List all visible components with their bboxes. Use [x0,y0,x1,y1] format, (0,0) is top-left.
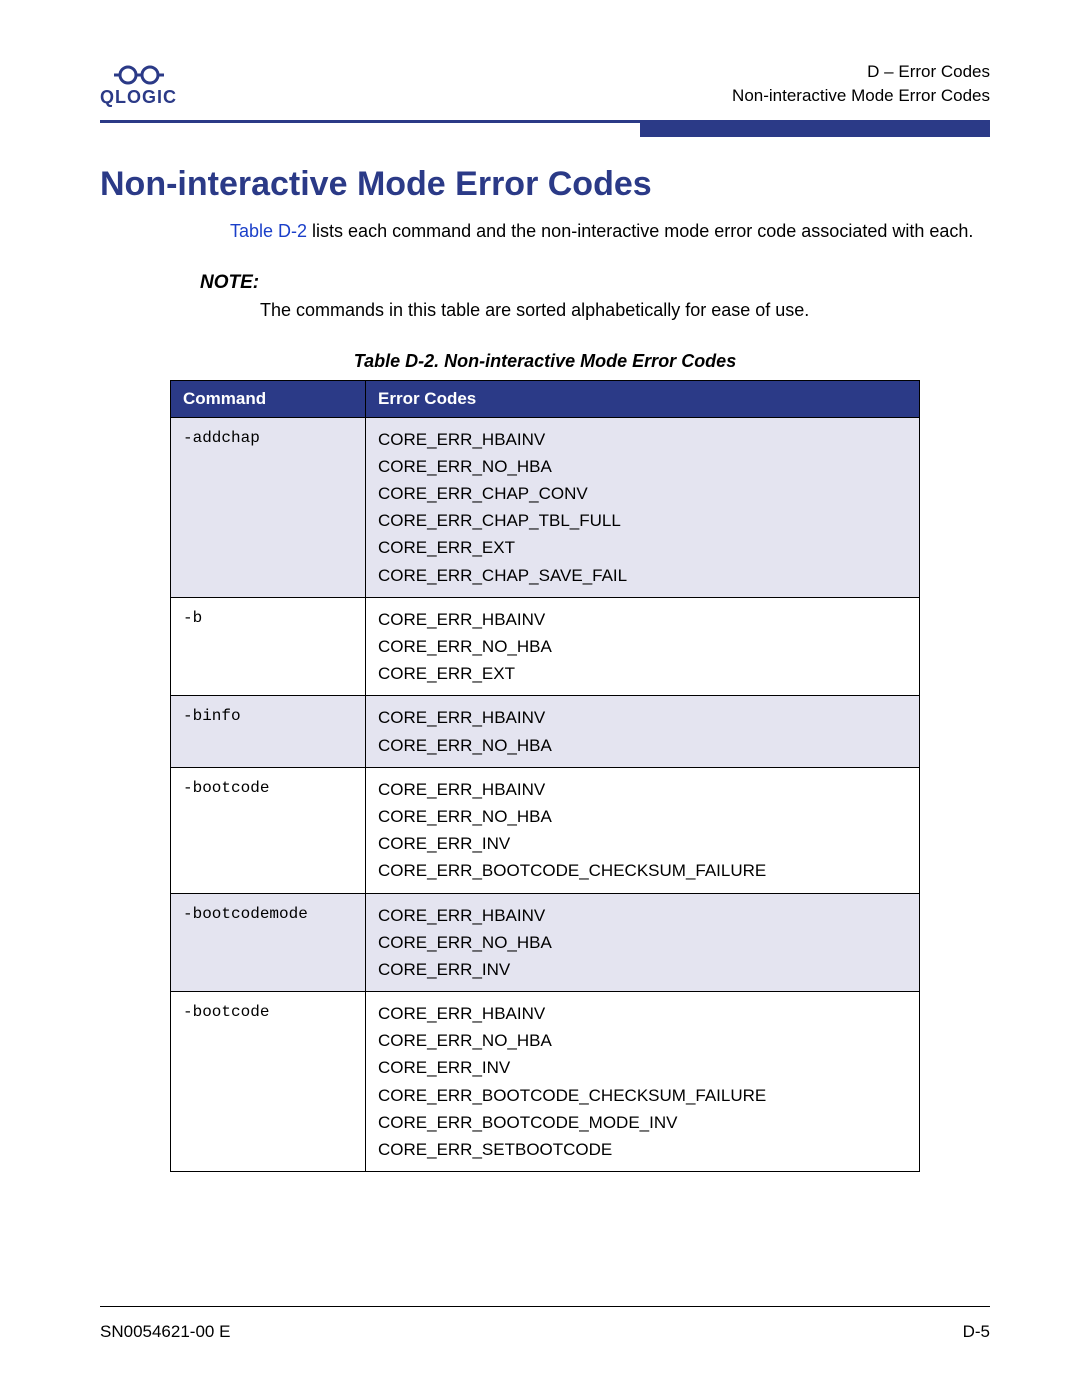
command-cell: -b [171,597,366,696]
table-row: -addchapCORE_ERR_HBAINVCORE_ERR_NO_HBACO… [171,417,920,597]
command-cell: -addchap [171,417,366,597]
table-row: -bootcodeCORE_ERR_HBAINVCORE_ERR_NO_HBAC… [171,767,920,893]
command-cell: -bootcode [171,767,366,893]
table-caption: Table D-2. Non-interactive Mode Error Co… [100,351,990,372]
intro-text: lists each command and the non-interacti… [307,221,973,241]
error-codes-cell: CORE_ERR_HBAINVCORE_ERR_NO_HBA [366,696,920,767]
note-label: NOTE: [200,272,990,294]
table-row: -binfoCORE_ERR_HBAINVCORE_ERR_NO_HBA [171,696,920,767]
error-codes-cell: CORE_ERR_HBAINVCORE_ERR_NO_HBACORE_ERR_C… [366,417,920,597]
footer-rule [100,1306,990,1307]
header-line1: D – Error Codes [732,60,990,84]
note-text: The commands in this table are sorted al… [260,300,990,321]
error-codes-table: Command Error Codes -addchapCORE_ERR_HBA… [170,380,920,1173]
table-row: -bootcodeCORE_ERR_HBAINVCORE_ERR_NO_HBAC… [171,992,920,1172]
header-right: D – Error Codes Non-interactive Mode Err… [732,60,990,108]
table-row: -bCORE_ERR_HBAINVCORE_ERR_NO_HBACORE_ERR… [171,597,920,696]
intro-paragraph: Table D-2 lists each command and the non… [230,218,990,244]
table-row: -bootcodemodeCORE_ERR_HBAINVCORE_ERR_NO_… [171,893,920,992]
error-codes-cell: CORE_ERR_HBAINVCORE_ERR_NO_HBACORE_ERR_E… [366,597,920,696]
page-footer: SN0054621-00 E D-5 [100,1322,990,1342]
header-line2: Non-interactive Mode Error Codes [732,84,990,108]
page-header: QLOGIC D – Error Codes Non-interactive M… [100,60,990,108]
note-block: NOTE: The commands in this table are sor… [200,272,990,321]
error-codes-cell: CORE_ERR_HBAINVCORE_ERR_NO_HBACORE_ERR_I… [366,893,920,992]
qlogic-logo-icon [114,64,164,86]
command-cell: -bootcode [171,992,366,1172]
col-command: Command [171,380,366,417]
error-codes-cell: CORE_ERR_HBAINVCORE_ERR_NO_HBACORE_ERR_I… [366,767,920,893]
table-reference-link[interactable]: Table D-2 [230,221,307,241]
command-cell: -bootcodemode [171,893,366,992]
footer-page-num: D-5 [963,1322,990,1342]
footer-doc-id: SN0054621-00 E [100,1322,230,1342]
logo: QLOGIC [100,64,177,108]
header-rule [100,120,990,137]
command-cell: -binfo [171,696,366,767]
section-title: Non-interactive Mode Error Codes [100,165,990,204]
logo-text: QLOGIC [100,87,177,107]
error-codes-cell: CORE_ERR_HBAINVCORE_ERR_NO_HBACORE_ERR_I… [366,992,920,1172]
col-error-codes: Error Codes [366,380,920,417]
